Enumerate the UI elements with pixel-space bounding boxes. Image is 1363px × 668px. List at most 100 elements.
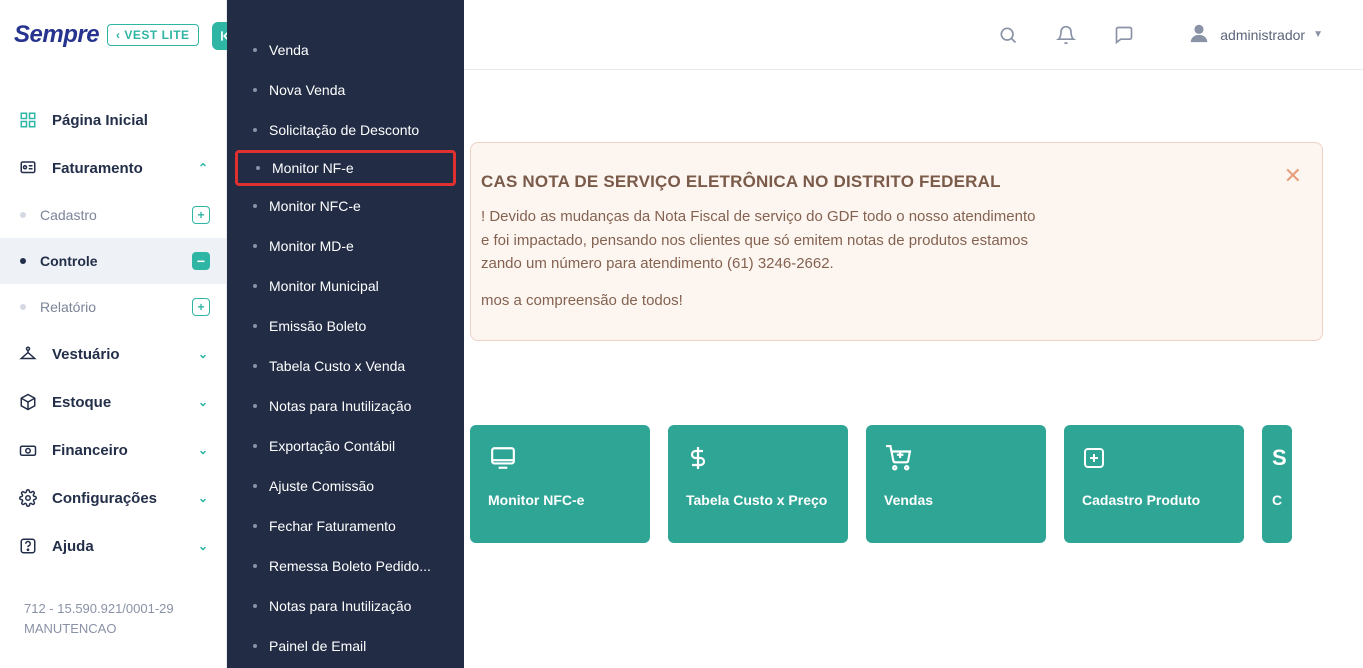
- alert-line: mos a compreensão de todos!: [481, 289, 1266, 312]
- dot-icon: [20, 258, 26, 264]
- bell-icon[interactable]: [1052, 21, 1080, 49]
- flyout-label: Monitor NF-e: [272, 160, 354, 176]
- bullet-icon: [253, 284, 257, 288]
- nav-item-ajuda[interactable]: Ajuda ⌄: [0, 522, 226, 570]
- sidebar: Sempre VEST LITE Página Inicial Faturame…: [0, 0, 227, 668]
- logo[interactable]: Sempre VEST LITE: [0, 0, 226, 70]
- nav-label: Estoque: [52, 394, 111, 411]
- tile-cadastro-produto[interactable]: Cadastro Produto: [1064, 425, 1244, 543]
- flyout-item-emissao-boleto[interactable]: Emissão Boleto: [227, 306, 464, 346]
- nav-item-estoque[interactable]: Estoque ⌄: [0, 378, 226, 426]
- flyout-item-painel-email[interactable]: Painel de Email: [227, 626, 464, 666]
- nav-label: Ajuda: [52, 538, 94, 555]
- monitor-icon: [488, 441, 632, 475]
- close-icon[interactable]: ✕: [1284, 159, 1302, 193]
- dot-icon: [20, 304, 26, 310]
- bullet-icon: [253, 244, 257, 248]
- dashboard-tiles: Monitor NFC-e Tabela Custo x Preço Venda…: [470, 425, 1363, 543]
- bullet-icon: [253, 484, 257, 488]
- minus-icon: −: [192, 252, 210, 270]
- nav-sub-controle[interactable]: Controle −: [0, 238, 226, 284]
- bullet-icon: [253, 604, 257, 608]
- flyout-item-exportacao-contabil[interactable]: Exportação Contábil: [227, 426, 464, 466]
- nav-item-faturamento[interactable]: Faturamento ⌃: [0, 144, 226, 192]
- flyout-item-nova-venda[interactable]: Nova Venda: [227, 70, 464, 110]
- flyout-item-ajuste-comissao[interactable]: Ajuste Comissão: [227, 466, 464, 506]
- tile-label: Cadastro Produto: [1082, 491, 1226, 510]
- nav-label: Cadastro: [40, 207, 97, 223]
- chevron-down-icon: ⌄: [198, 395, 208, 409]
- dot-icon: [20, 212, 26, 218]
- package-icon: [18, 393, 38, 411]
- flyout-item-monitor-municipal[interactable]: Monitor Municipal: [227, 266, 464, 306]
- bullet-icon: [253, 88, 257, 92]
- help-icon: [18, 537, 38, 555]
- bullet-icon: [253, 524, 257, 528]
- nav-item-vestuario[interactable]: Vestuário ⌄: [0, 330, 226, 378]
- money-icon: [18, 441, 38, 459]
- flyout-item-monitor-nfce[interactable]: Monitor NFC-e: [227, 186, 464, 226]
- main-content: ✕ CAS NOTA DE SERVIÇO ELETRÔNICA NO DIST…: [464, 70, 1363, 668]
- nav-label: Vestuário: [52, 346, 120, 363]
- flyout-item-tabela-custo-venda[interactable]: Tabela Custo x Venda: [227, 346, 464, 386]
- tile-partial[interactable]: S C: [1262, 425, 1292, 543]
- flyout-label: Painel de Email: [269, 638, 366, 654]
- nav-label: Faturamento: [52, 160, 143, 177]
- bullet-icon: [256, 166, 260, 170]
- flyout-item-remessa-boleto[interactable]: Remessa Boleto Pedido...: [227, 546, 464, 586]
- brand-name: Sempre: [14, 21, 99, 49]
- invoice-icon: [18, 159, 38, 177]
- search-icon[interactable]: [994, 21, 1022, 49]
- flyout-item-monitor-nfe[interactable]: Monitor NF-e: [235, 150, 456, 186]
- bullet-icon: [253, 364, 257, 368]
- nav-item-financeiro[interactable]: Financeiro ⌄: [0, 426, 226, 474]
- alert-line: e foi impactado, pensando nos clientes q…: [481, 229, 1266, 252]
- tile-label: Monitor NFC-e: [488, 491, 632, 510]
- flyout-item-notas-inutilizacao-2[interactable]: Notas para Inutilização: [227, 586, 464, 626]
- nav-sub-cadastro[interactable]: Cadastro +: [0, 192, 226, 238]
- chevron-down-icon: ⌄: [198, 443, 208, 457]
- flyout-label: Emissão Boleto: [269, 318, 366, 334]
- flyout-label: Fechar Faturamento: [269, 518, 396, 534]
- bullet-icon: [253, 204, 257, 208]
- bullet-icon: [253, 404, 257, 408]
- flyout-item-solicitacao-desconto[interactable]: Solicitação de Desconto: [227, 110, 464, 150]
- bullet-icon: [253, 564, 257, 568]
- flyout-label: Solicitação de Desconto: [269, 122, 419, 138]
- nav-label: Página Inicial: [52, 112, 148, 129]
- flyout-item-fechar-faturamento[interactable]: Fechar Faturamento: [227, 506, 464, 546]
- tile-label: Tabela Custo x Preço: [686, 491, 830, 510]
- dollar-icon: [686, 441, 830, 475]
- nav-item-pagina-inicial[interactable]: Página Inicial: [0, 96, 226, 144]
- flyout-label: Exportação Contábil: [269, 438, 395, 454]
- alert-banner: ✕ CAS NOTA DE SERVIÇO ELETRÔNICA NO DIST…: [470, 142, 1323, 341]
- avatar-icon: [1188, 22, 1210, 47]
- user-name: administrador: [1220, 27, 1305, 43]
- plus-icon: +: [192, 206, 210, 224]
- flyout-item-notas-inutilizacao[interactable]: Notas para Inutilização: [227, 386, 464, 426]
- cart-icon: [884, 441, 1028, 475]
- nav-label: Financeiro: [52, 442, 128, 459]
- hanger-icon: [18, 345, 38, 363]
- tile-monitor-nfce[interactable]: Monitor NFC-e: [470, 425, 650, 543]
- chevron-down-icon: ⌄: [198, 491, 208, 505]
- chevron-down-icon: ⌄: [198, 347, 208, 361]
- chevron-down-icon: ▼: [1313, 29, 1323, 40]
- tile-tabela-custo-preco[interactable]: Tabela Custo x Preço: [668, 425, 848, 543]
- tile-vendas[interactable]: Vendas: [866, 425, 1046, 543]
- flyout-label: Remessa Boleto Pedido...: [269, 558, 431, 574]
- flyout-item-monitor-mde[interactable]: Monitor MD-e: [227, 226, 464, 266]
- flyout-item-venda[interactable]: Venda: [227, 30, 464, 70]
- flyout-label: Monitor Municipal: [269, 278, 379, 294]
- chevron-down-icon: ⌄: [198, 539, 208, 553]
- flyout-label: Ajuste Comissão: [269, 478, 374, 494]
- plus-icon: [1082, 441, 1226, 475]
- nav-sub-relatorio[interactable]: Relatório +: [0, 284, 226, 330]
- chevron-up-icon: ⌃: [198, 161, 208, 175]
- chat-icon[interactable]: [1110, 21, 1138, 49]
- user-menu[interactable]: administrador ▼: [1188, 22, 1323, 47]
- footer-line1: 712 - 15.590.921/0001-29: [24, 599, 202, 619]
- flyout-label: Venda: [269, 42, 309, 58]
- nav-item-configuracoes[interactable]: Configurações ⌄: [0, 474, 226, 522]
- tile-label: Vendas: [884, 491, 1028, 510]
